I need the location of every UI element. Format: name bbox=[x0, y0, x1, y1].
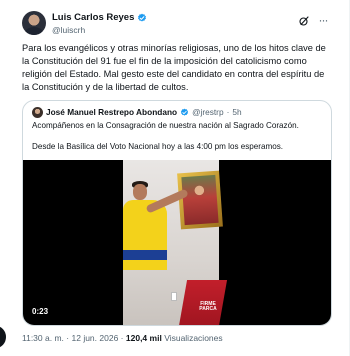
framed-painting bbox=[177, 170, 223, 230]
quoted-author-name[interactable]: José Manuel Restrepo Abondano bbox=[46, 107, 177, 117]
video-frame: FIRME PARCA bbox=[123, 160, 228, 325]
author-name[interactable]: Luis Carlos Reyes bbox=[52, 12, 134, 23]
views-label: Visualizaciones bbox=[164, 333, 223, 343]
quoted-tweet-text-line2: Desde la Basílica del Voto Nacional hoy … bbox=[32, 142, 284, 151]
verified-badge-icon bbox=[181, 108, 189, 116]
wall-outlet bbox=[171, 292, 177, 301]
author-name-row: Luis Carlos Reyes bbox=[52, 12, 147, 23]
quoted-tweet[interactable]: José Manuel Restrepo Abondano @jrestrp ·… bbox=[22, 100, 332, 326]
quoted-author-handle[interactable]: @jrestrp bbox=[192, 107, 223, 117]
more-icon[interactable]: ··· bbox=[316, 14, 330, 28]
tweet-time[interactable]: 11:30 a. m. bbox=[22, 333, 64, 343]
tweet-date[interactable]: 12 jun. 2026 bbox=[72, 333, 119, 343]
video-duration: 0:23 bbox=[29, 306, 52, 317]
floating-action-button[interactable] bbox=[0, 326, 6, 348]
tweet-meta: 11:30 a. m. · 12 jun. 2026 · 120,4 mil V… bbox=[22, 333, 223, 343]
video-watermark: FIRME PARCA bbox=[199, 301, 217, 312]
author-avatar[interactable] bbox=[22, 11, 46, 35]
verified-badge-icon bbox=[138, 13, 147, 21]
quoted-tweet-header: José Manuel Restrepo Abondano @jrestrp ·… bbox=[32, 106, 242, 118]
separator-dot: · bbox=[66, 333, 70, 343]
quoted-author-avatar[interactable] bbox=[32, 106, 43, 118]
tweet-card: Luis Carlos Reyes @luiscrh ··· Para los … bbox=[0, 0, 350, 356]
tweet-header: Luis Carlos Reyes @luiscrh ··· bbox=[22, 10, 332, 40]
tweet-text: Para los evangélicos y otras minorías re… bbox=[22, 43, 326, 92]
separator-dot: · bbox=[120, 333, 124, 343]
quoted-tweet-time[interactable]: 5h bbox=[232, 107, 241, 117]
video-player[interactable]: FIRME PARCA 0:23 bbox=[23, 160, 331, 325]
grok-icon[interactable] bbox=[298, 15, 310, 27]
author-handle[interactable]: @luiscrh bbox=[52, 25, 85, 35]
views-count: 120,4 mil bbox=[125, 333, 162, 343]
separator-dot: · bbox=[226, 107, 230, 117]
quoted-tweet-text-line1: Acompáñenos en la Consagración de nuestr… bbox=[32, 121, 299, 130]
